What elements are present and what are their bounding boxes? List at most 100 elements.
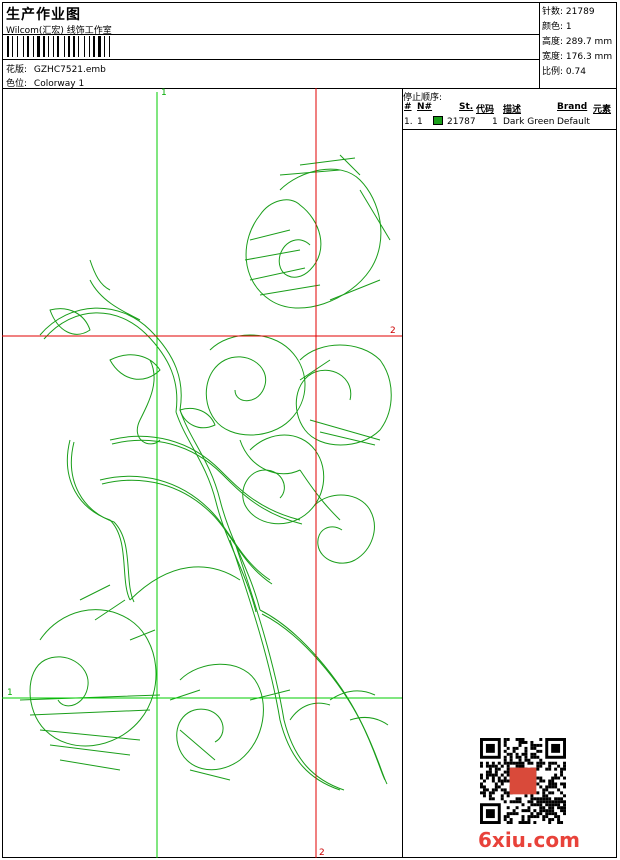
qr-module	[515, 755, 519, 759]
qr-module	[515, 752, 519, 756]
qr-module	[500, 788, 504, 792]
qr-module	[491, 779, 495, 783]
qr-module	[554, 776, 558, 780]
qr-module	[480, 761, 483, 765]
qr-module	[533, 803, 537, 807]
qr-module	[557, 803, 561, 807]
qr-module	[554, 761, 558, 765]
qr-module	[545, 803, 549, 807]
qr-module	[494, 773, 498, 777]
qr-module	[491, 797, 495, 801]
qr-module	[530, 740, 534, 744]
qr-module	[503, 779, 507, 783]
qr-module	[548, 785, 552, 789]
qr-module	[551, 776, 555, 780]
qr-module	[557, 776, 561, 780]
guide-v1-label: 1	[161, 88, 167, 98]
guide-v2-label: 2	[319, 848, 325, 858]
qr-module	[527, 806, 531, 810]
qr-module	[515, 761, 519, 765]
qr-module	[554, 773, 558, 777]
qr-module	[560, 767, 564, 771]
qr-module	[518, 743, 522, 747]
qr-module	[548, 764, 552, 768]
qr-module	[506, 770, 510, 774]
qr-module	[563, 812, 566, 816]
guide-h1-label: 1	[7, 688, 13, 698]
qr-module	[536, 764, 540, 768]
seal-stamp	[509, 767, 537, 795]
qr-module	[560, 782, 564, 786]
qr-module	[524, 809, 528, 813]
qr-module	[506, 812, 510, 816]
qr-module	[506, 761, 510, 765]
qr-module	[515, 738, 519, 741]
qr-module	[545, 767, 549, 771]
qr-module	[521, 818, 525, 822]
qr-module	[485, 764, 489, 768]
qr-module	[557, 818, 561, 822]
qr-module	[506, 821, 510, 824]
qr-module	[527, 809, 531, 813]
qr-module	[542, 800, 546, 804]
qr-module	[506, 752, 510, 756]
qr-module	[485, 788, 489, 792]
qr-module	[494, 770, 498, 774]
qr-module	[548, 800, 552, 804]
qr-module	[548, 767, 552, 771]
qr-module	[494, 767, 498, 771]
qr-module	[512, 746, 516, 750]
qr-module	[554, 803, 558, 807]
qr-module	[542, 791, 546, 795]
qr-module	[527, 818, 531, 822]
qr-module	[521, 740, 525, 744]
qr-module	[554, 785, 558, 789]
qr-module	[563, 761, 566, 765]
qr-module	[515, 746, 519, 750]
qr-module	[560, 806, 564, 810]
qr-module	[557, 821, 561, 824]
qr-module	[500, 782, 504, 786]
qr-module	[506, 767, 510, 771]
qr-module	[488, 767, 492, 771]
qr-module	[521, 761, 525, 765]
qr-module	[494, 764, 498, 768]
qr-module	[515, 764, 519, 768]
qr-module	[554, 800, 558, 804]
qr-module	[548, 779, 552, 783]
qr-module	[503, 738, 507, 741]
qr-module	[548, 782, 552, 786]
qr-finder	[551, 743, 561, 753]
qr-module	[548, 812, 552, 816]
qr-module	[530, 812, 534, 816]
qr-module	[536, 812, 540, 816]
qr-module	[515, 806, 519, 810]
qr-module	[503, 770, 507, 774]
qr-module	[500, 773, 504, 777]
qr-module	[539, 758, 543, 762]
qr-module	[503, 758, 507, 762]
qr-module	[491, 761, 495, 765]
qr-module	[533, 809, 537, 813]
qr-module	[485, 770, 489, 774]
qr-module	[533, 821, 537, 824]
qr-module	[506, 779, 510, 783]
qr-module	[563, 809, 566, 813]
qr-module	[557, 800, 561, 804]
qr-module	[500, 794, 504, 798]
qr-module	[542, 797, 546, 801]
qr-module	[509, 752, 513, 756]
qr-module	[545, 809, 549, 813]
qr-module	[530, 743, 534, 747]
qr-module	[485, 761, 489, 765]
qr-module	[536, 782, 540, 786]
qr-module	[512, 761, 516, 765]
qr-module	[536, 761, 540, 765]
qr-module	[530, 746, 534, 750]
qr-module	[551, 809, 555, 813]
qr-module	[542, 788, 546, 792]
qr-module	[524, 794, 528, 798]
qr-module	[515, 797, 519, 801]
qr-module	[530, 761, 534, 765]
qr-module	[539, 797, 543, 801]
